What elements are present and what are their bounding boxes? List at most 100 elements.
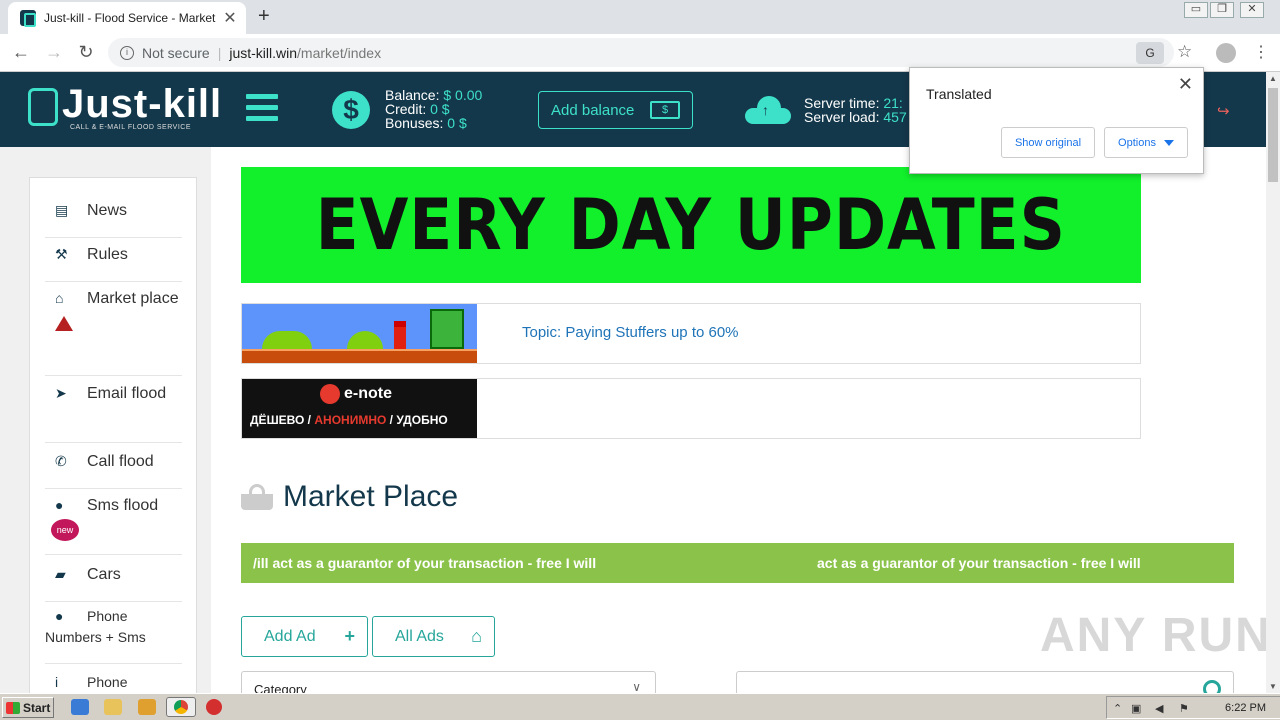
network-icon[interactable]: ▣	[1131, 702, 1141, 715]
forward-button[interactable]: →	[43, 42, 65, 63]
close-icon[interactable]: ✕	[1178, 74, 1193, 95]
scrollbar-thumb[interactable]	[1268, 88, 1278, 182]
add-ad-label: Add Ad	[264, 627, 316, 645]
system-tray: ⌃ ▣ ◀ ⚑ 6:22 PM	[1106, 696, 1280, 719]
folder-icon[interactable]	[104, 699, 122, 715]
show-original-button[interactable]: Show original	[1001, 127, 1095, 158]
add-ad-button[interactable]: Add Ad +	[241, 616, 368, 657]
anyrun-watermark: ANY RUN	[1040, 609, 1272, 662]
cloud-upload-icon: ↑	[745, 96, 791, 124]
translate-popup: Translated ✕ Show original Options	[909, 67, 1204, 174]
media-player-icon[interactable]	[138, 699, 156, 715]
sidebar: ▤ News ⚒ Rules ⌂ Market place ➤ Email flood …	[29, 177, 197, 697]
security-label: Not secure	[142, 44, 210, 61]
browser-tab[interactable]: Just-kill - Flood Service - Market ✕	[8, 2, 246, 34]
sidebar-item-phone-numbers-sms[interactable]: ● Phone Numbers + Sms	[45, 606, 182, 664]
flag-icon[interactable]: ⚑	[1179, 702, 1189, 715]
minimize-window-button[interactable]: ▭	[1184, 2, 1208, 18]
dollar-icon: $	[332, 91, 370, 129]
banknote-icon: $	[650, 101, 680, 119]
options-button[interactable]: Options	[1104, 127, 1188, 158]
phone-icon: ✆	[55, 453, 67, 469]
chevron-down-icon: ∨	[632, 680, 641, 694]
enote-logo-icon	[320, 384, 340, 404]
bonuses-value: 0 $	[447, 115, 467, 131]
show-original-label: Show original	[1014, 136, 1082, 149]
sidebar-item-label: Phone	[87, 674, 128, 690]
scroll-up-icon[interactable]: ▲	[1269, 74, 1277, 83]
all-ads-button[interactable]: All Ads ⌂	[372, 616, 495, 657]
sidebar-item-label: Email flood	[87, 385, 167, 402]
enote-slogan-1: ДЁШЕВО	[250, 413, 305, 427]
start-button[interactable]: Start	[2, 697, 54, 718]
bonuses-label: Bonuses:	[385, 115, 444, 131]
sidebar-item-call-flood[interactable]: ✆ Call flood	[45, 449, 182, 489]
gavel-icon: ⚒	[55, 246, 68, 262]
topic-link[interactable]: Topic: Paying Stuffers up to 60%	[522, 324, 739, 341]
enote-brand: e-note	[344, 385, 392, 403]
sidebar-item-label: Call flood	[87, 453, 154, 470]
tray-expand-icon[interactable]: ⌃	[1113, 702, 1122, 715]
volume-icon[interactable]: ◀	[1155, 702, 1163, 715]
stop-icon[interactable]	[206, 699, 222, 715]
marquee-text-1: /ill act as a guarantor of your transact…	[253, 555, 597, 571]
server-load-label: Server load:	[804, 109, 880, 125]
add-balance-button[interactable]: Add balance $	[538, 91, 693, 129]
windows-logo-icon	[6, 701, 20, 714]
updates-banner[interactable]: EVERY DAY UPDATES	[241, 167, 1141, 283]
sidebar-item-rules[interactable]: ⚒ Rules	[45, 242, 182, 282]
paper-plane-icon: ➤	[55, 385, 67, 401]
server-status: Server time: 21: Server load: 457	[804, 96, 907, 124]
marquee-text-2: act as a guarantor of your transaction -…	[817, 555, 1141, 571]
translate-icon[interactable]: G	[1136, 42, 1164, 64]
all-ads-label: All Ads	[395, 627, 444, 645]
market-place-heading: Market Place	[241, 480, 458, 514]
maximize-window-button[interactable]: ❐	[1210, 2, 1234, 18]
sidebar-item-cars[interactable]: ▰ Cars	[45, 562, 182, 602]
chat-icon: ●	[55, 497, 64, 513]
info-icon[interactable]: i	[120, 45, 134, 60]
sidebar-item-label: News	[87, 202, 128, 219]
tab-close-icon[interactable]: ✕	[222, 8, 238, 28]
browser-tab-strip: Just-kill - Flood Service - Market ✕ + ▭…	[0, 0, 1280, 34]
ad-row-topic[interactable]: Topic: Paying Stuffers up to 60%	[241, 303, 1141, 364]
info-icon: i	[55, 674, 59, 690]
scroll-down-icon[interactable]: ▼	[1269, 682, 1277, 691]
back-button[interactable]: ←	[10, 42, 32, 63]
close-window-button[interactable]: ✕	[1240, 2, 1264, 18]
chrome-icon	[174, 700, 188, 714]
enote-slogan-2: АНОНИМНО	[314, 413, 387, 427]
basket-icon: ⌂	[471, 626, 482, 646]
sidebar-item-email-flood[interactable]: ➤ Email flood	[45, 381, 182, 443]
taskbar-clock[interactable]: 6:22 PM	[1225, 702, 1266, 714]
reload-button[interactable]: ↻	[75, 42, 97, 63]
sidebar-item-sms-flood[interactable]: ● Sms flood new	[45, 493, 182, 555]
chat-icon: ●	[55, 608, 64, 624]
logout-icon[interactable]: ↪	[1217, 102, 1230, 120]
add-balance-label: Add balance	[551, 101, 635, 119]
sidebar-item-label: Sms flood	[87, 497, 159, 514]
newspaper-icon: ▤	[55, 202, 69, 218]
url-host: just-kill.win	[229, 44, 298, 61]
basket-icon	[241, 484, 273, 510]
logo-mask-icon	[28, 88, 58, 126]
mario-ad-image[interactable]	[242, 304, 477, 363]
enote-ad-image[interactable]: e-note ДЁШЕВО / АНОНИМНО / УДОБНО	[242, 379, 477, 438]
profile-avatar[interactable]	[1216, 43, 1236, 63]
sidebar-item-news[interactable]: ▤ News	[45, 198, 182, 238]
vertical-scrollbar[interactable]: ▲ ▼	[1266, 72, 1280, 693]
ie-icon[interactable]	[71, 699, 89, 715]
enote-slogan-3: УДОБНО	[396, 413, 448, 427]
chrome-taskbar-button[interactable]	[166, 697, 196, 717]
balance-panel: Balance: $ 0.00 Credit: 0 $ Bonuses: 0 $	[385, 88, 482, 130]
banner-text: EVERY DAY UPDATES	[315, 184, 1067, 266]
new-tab-button[interactable]: +	[258, 5, 270, 28]
ad-row-enote[interactable]: e-note ДЁШЕВО / АНОНИМНО / УДОБНО	[241, 378, 1141, 439]
logo-tagline: CALL & E-MAIL FLOOD SERVICE	[70, 124, 191, 131]
bookmark-star-icon[interactable]: ☆	[1177, 42, 1192, 62]
address-bar[interactable]: i Not secure | just-kill.win /market/ind…	[108, 38, 1174, 67]
sidebar-item-market-place[interactable]: ⌂ Market place	[45, 286, 182, 376]
browser-menu-icon[interactable]: ⋮	[1253, 42, 1269, 62]
hamburger-menu-icon[interactable]	[246, 94, 278, 124]
address-separator: |	[217, 44, 222, 61]
